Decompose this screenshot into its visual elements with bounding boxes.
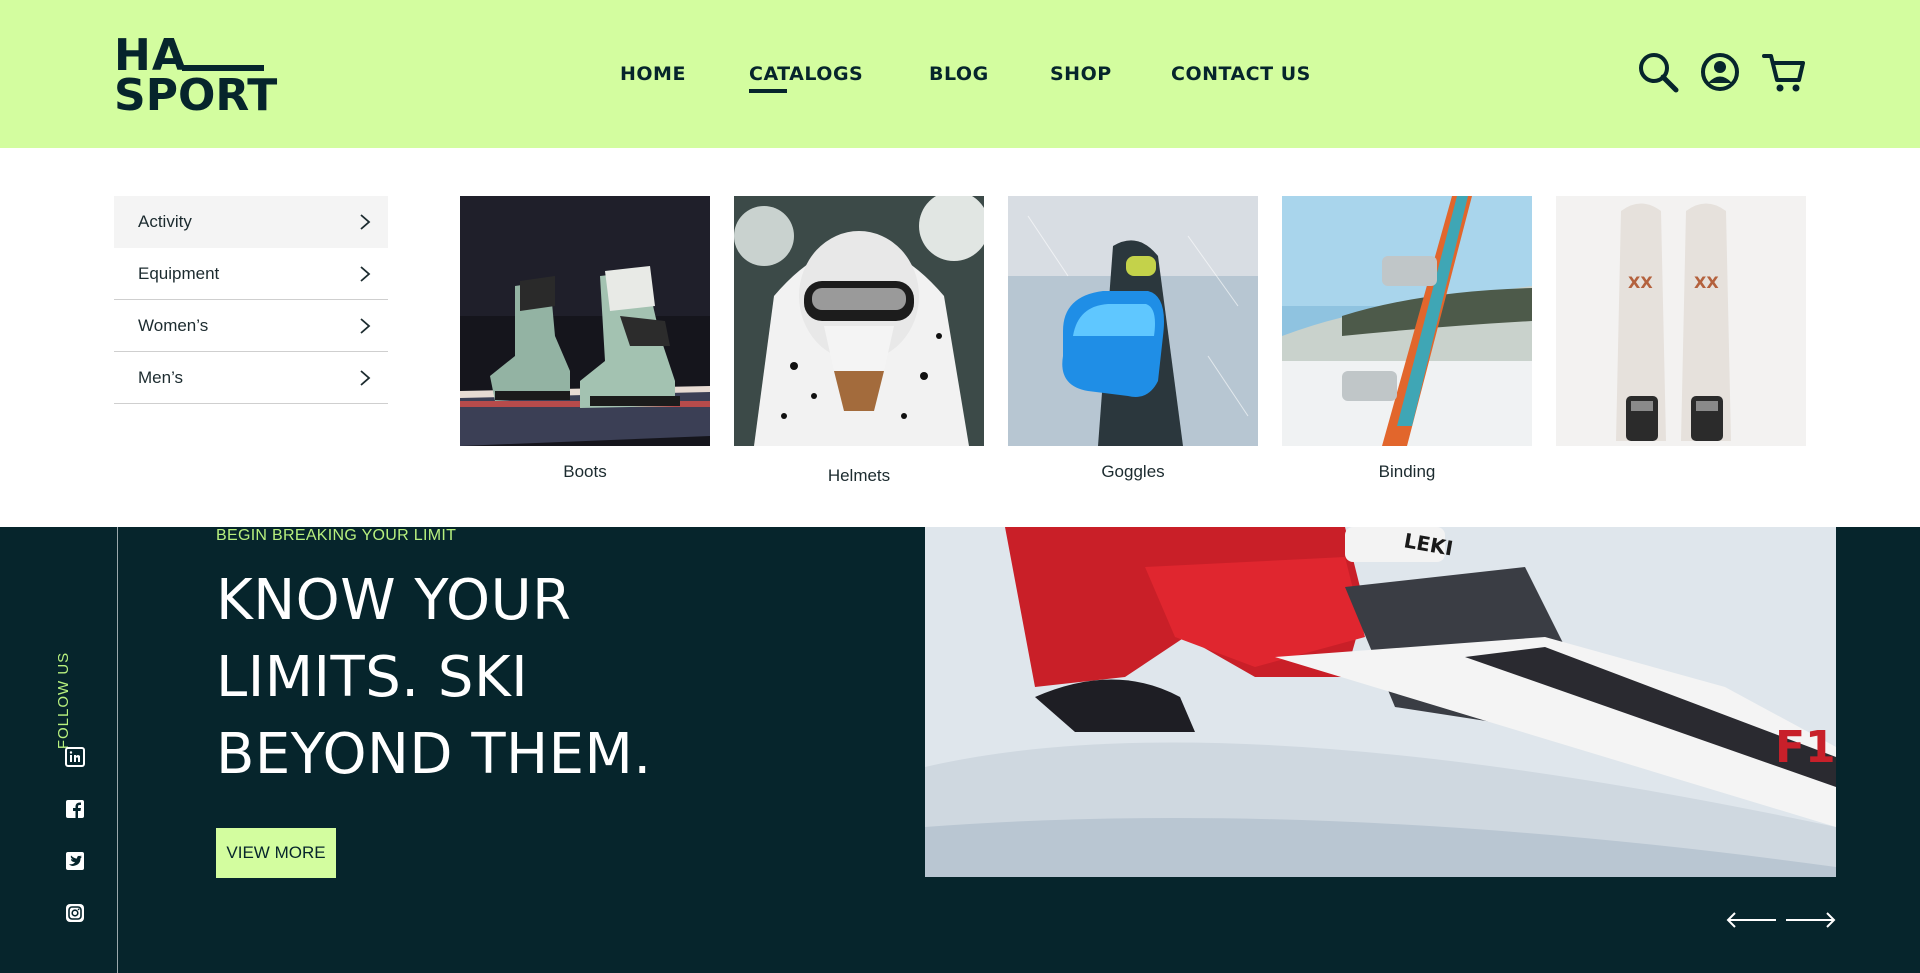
nav-contact[interactable]: CONTACT US xyxy=(1171,63,1311,85)
card-caption: Goggles xyxy=(1101,462,1165,481)
instagram-icon[interactable] xyxy=(65,903,85,923)
boots-image xyxy=(460,196,710,446)
nav-catalogs[interactable]: CATALOGS xyxy=(749,63,863,85)
next-arrow-icon[interactable] xyxy=(1784,912,1836,928)
account-icon[interactable] xyxy=(1698,50,1742,94)
headline-line-1: KNOW YOUR xyxy=(216,568,572,633)
product-card-goggles[interactable]: Goggles xyxy=(1008,196,1258,482)
catalog-mega-menu: Activity Equipment Women’s Men’s Boots H… xyxy=(0,148,1920,527)
skis-image: XX XX xyxy=(1556,196,1806,446)
search-icon[interactable] xyxy=(1636,50,1680,94)
product-card-helmets[interactable]: Helmets xyxy=(734,196,984,486)
category-womens[interactable]: Women’s xyxy=(114,300,388,352)
facebook-icon[interactable] xyxy=(65,799,85,819)
view-more-button[interactable]: VIEW MORE xyxy=(216,828,336,878)
category-list: Activity Equipment Women’s Men’s xyxy=(114,196,388,404)
binding-image xyxy=(1282,196,1532,446)
category-label: Women’s xyxy=(138,315,209,335)
category-label: Equipment xyxy=(138,263,220,283)
headline-line-2: LIMITS. SKI xyxy=(216,645,529,710)
hero-eyebrow: BEGIN BREAKING YOUR LIMIT xyxy=(216,527,457,544)
twitter-icon[interactable] xyxy=(65,851,85,871)
linkedin-icon[interactable] xyxy=(65,747,85,767)
goggles-image xyxy=(1008,196,1258,446)
product-card-skis[interactable]: XX XX xyxy=(1556,196,1806,462)
category-equipment[interactable]: Equipment xyxy=(114,248,388,300)
chevron-right-icon xyxy=(360,266,371,282)
chevron-right-icon xyxy=(360,370,371,386)
follow-us-text: FOLLOW US xyxy=(55,651,73,750)
hero-headline: KNOW YOUR LIMITS. SKI BEYOND THEM. xyxy=(216,562,736,793)
product-card-binding[interactable]: Binding xyxy=(1282,196,1532,482)
chevron-right-icon xyxy=(360,318,371,334)
follow-divider xyxy=(117,527,118,973)
category-label: Activity xyxy=(138,212,192,231)
headline-line-3: BEYOND THEM. xyxy=(216,722,652,787)
chevron-right-icon xyxy=(360,214,371,230)
nav-home[interactable]: HOME xyxy=(620,63,686,85)
category-mens[interactable]: Men’s xyxy=(114,352,388,404)
brand-logo[interactable]: HA SPORT xyxy=(114,34,278,121)
brand-line-2: SPORT xyxy=(114,70,278,121)
nav-active-underline xyxy=(749,89,787,93)
site-header: HA SPORT HOME CATALOGS BLOG SHOP CONTACT… xyxy=(0,0,1920,148)
helmets-image xyxy=(734,196,984,446)
category-activity[interactable]: Activity xyxy=(114,196,388,248)
nav-blog[interactable]: BLOG xyxy=(929,63,989,85)
nav-shop[interactable]: SHOP xyxy=(1050,63,1112,85)
brand-logo-bar xyxy=(182,65,264,71)
card-caption: Boots xyxy=(563,462,607,481)
cart-icon[interactable] xyxy=(1762,50,1806,94)
card-caption: Helmets xyxy=(827,466,891,485)
follow-us-label: FOLLOW US xyxy=(40,652,114,749)
prev-arrow-icon[interactable] xyxy=(1726,912,1778,928)
hero-section: FOLLOW US BEGIN BREAKING YOUR LIMIT KNOW… xyxy=(0,527,1920,973)
ski-decal: F1 xyxy=(1775,722,1836,773)
card-caption: Binding xyxy=(1378,462,1436,481)
product-card-boots[interactable]: Boots xyxy=(460,196,710,482)
hero-photo: LEKI F1 xyxy=(925,527,1836,877)
svg-text:XX: XX xyxy=(1628,273,1653,292)
category-label: Men’s xyxy=(138,367,184,387)
svg-text:XX: XX xyxy=(1694,273,1719,292)
